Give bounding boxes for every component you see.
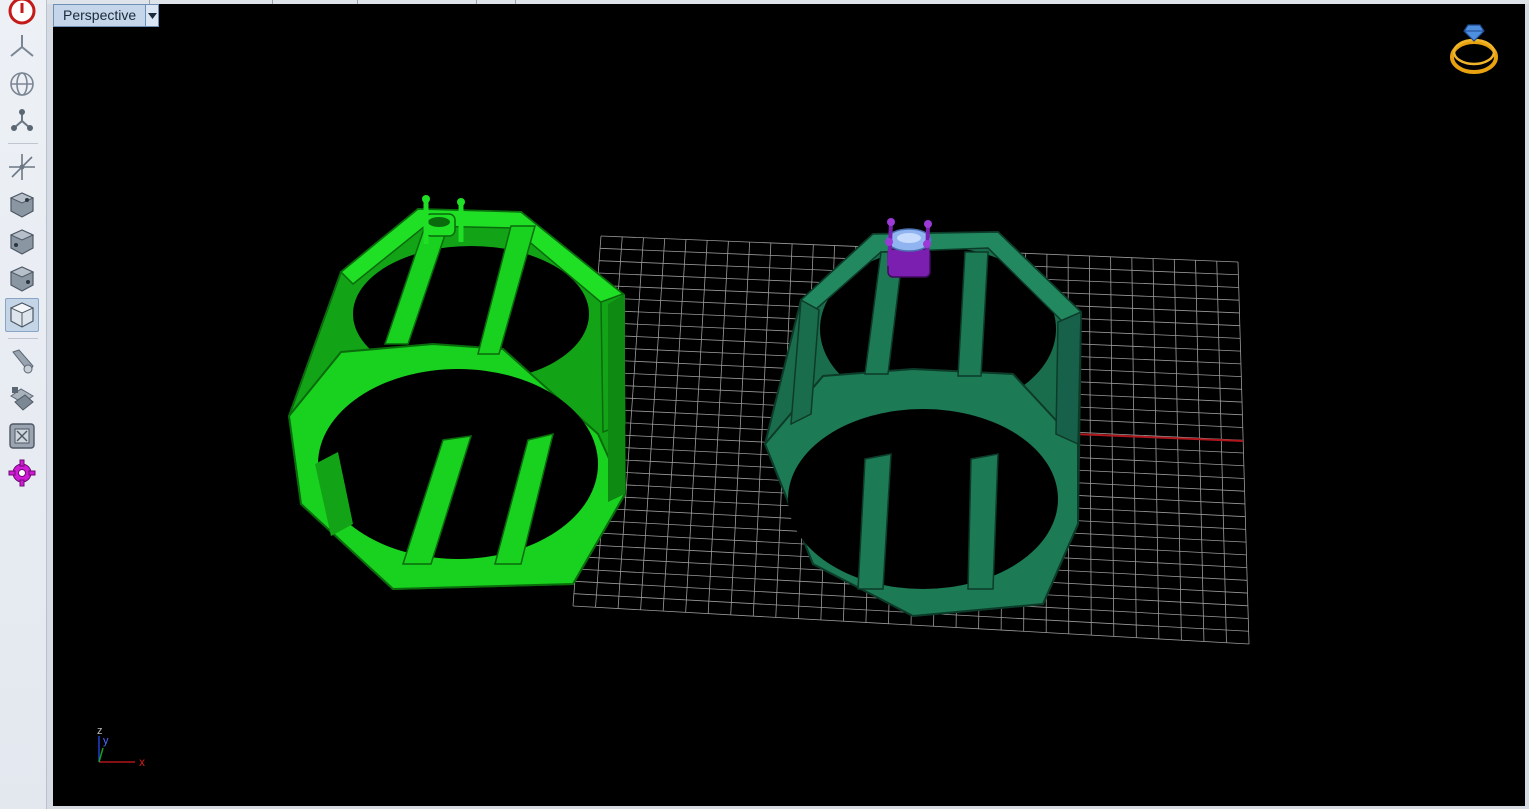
perspective-viewport[interactable]: Perspective x y z: [53, 4, 1525, 806]
ring-icon[interactable]: [1446, 19, 1506, 79]
cube-view-1-button[interactable]: [5, 188, 39, 222]
move-axis-button[interactable]: [5, 150, 39, 184]
cube-view-2-button[interactable]: [5, 225, 39, 259]
toolbar-separator: [8, 338, 38, 339]
power-button[interactable]: [5, 0, 39, 28]
view-globe-button[interactable]: [5, 67, 39, 101]
layers-icon: [10, 387, 34, 411]
cube-view-3-button[interactable]: [5, 262, 39, 296]
viewport-dropdown-button[interactable]: [145, 5, 159, 26]
triangle-down-icon: [147, 13, 157, 19]
axis-triad-widget: x y z: [97, 725, 145, 769]
3d-scene[interactable]: [53, 4, 1525, 806]
cube-icon: [9, 302, 35, 328]
globe-icon: [10, 72, 34, 96]
left-toolbar: [0, 0, 47, 809]
viewport-name-label: Perspective: [63, 7, 137, 23]
view-nodes-button[interactable]: [5, 103, 39, 137]
toolbar-separator: [8, 143, 38, 144]
cube-icon: [9, 192, 35, 218]
gear-icon: [8, 459, 36, 487]
cube-view-4-button[interactable]: [5, 298, 39, 332]
tripod-icon: [10, 35, 34, 57]
view-top-button[interactable]: [5, 30, 39, 64]
axis-y-label: y: [103, 735, 109, 747]
material-tool-button[interactable]: [5, 382, 39, 416]
pencil-render-icon: [12, 349, 34, 374]
settings-button[interactable]: [5, 456, 39, 490]
move-axes-icon: [9, 154, 35, 180]
fit-view-icon: [9, 423, 35, 449]
cube-icon: [9, 266, 35, 292]
nodes-icon: [11, 109, 33, 131]
axis-x-label: x: [139, 755, 145, 769]
ring-model-left[interactable]: [287, 195, 627, 591]
viewport-title-bar[interactable]: Perspective: [53, 4, 160, 27]
axis-z-label: z: [97, 725, 103, 737]
fit-view-button[interactable]: [5, 419, 39, 453]
cube-icon: [9, 229, 35, 255]
render-tool-button[interactable]: [5, 344, 39, 378]
power-icon: [8, 0, 36, 25]
gem-setting[interactable]: [885, 218, 932, 278]
